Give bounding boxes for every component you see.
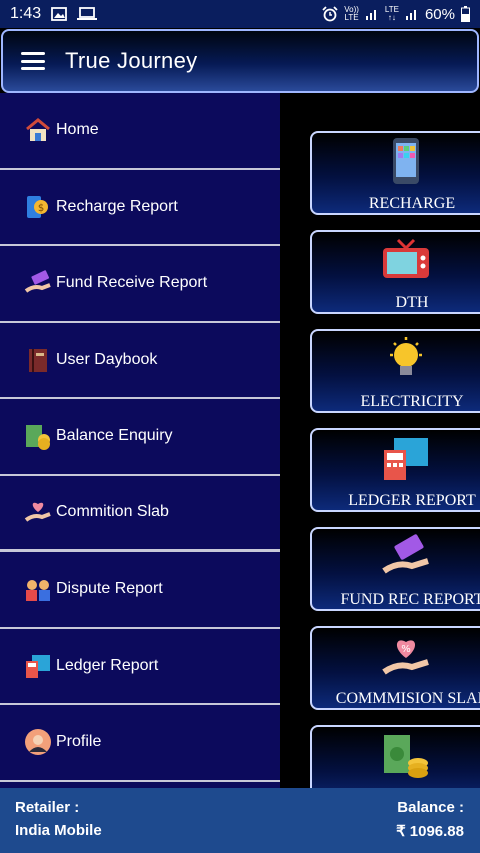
mobile-phone-icon [382,137,430,185]
drawer-item-label: Ledger Report [56,656,159,674]
dth-card[interactable]: DTH [310,230,480,314]
card-label: FUND REC REPORT [340,591,480,608]
drawer-item-label: Recharge Report [56,197,178,215]
drawer-item-label: Balance Enquiry [56,427,173,445]
battery-icon [461,6,470,22]
ledger-icon [24,652,52,680]
electricity-card[interactable]: ELECTRICITY [310,329,480,413]
drawer-item-user-daybook[interactable]: User Daybook [0,323,280,399]
fund-receive-icon [24,269,52,297]
money-icon [382,731,430,779]
drawer-item-label: Commition Slab [56,503,169,521]
card-label: LEDGER REPORT [348,492,476,509]
drawer-item-balance-enquiry[interactable]: Balance Enquiry [0,399,280,476]
drawer-item-label: User Daybook [56,350,158,368]
light-bulb-icon [382,335,430,383]
volte-indicator: Vo)) LTE [344,5,359,22]
balance-value: ₹ 1096.88 [396,823,464,840]
balance-card[interactable] [310,725,480,788]
ledger-icon [382,434,430,482]
signal-icon [405,10,416,20]
tv-icon [382,236,430,284]
money-icon [24,422,52,451]
menu-icon[interactable] [21,52,45,70]
svg-text:%: % [401,644,411,655]
ledger-report-card[interactable]: LEDGER REPORT [310,428,480,512]
battery-percent: 60% [424,5,455,23]
drawer-item-home[interactable]: Home [0,93,280,170]
profile-icon [24,728,52,756]
card-label: RECHARGE [368,195,456,212]
drawer-item-profile[interactable]: Profile [0,705,280,782]
svg-text:$: $ [38,203,44,214]
screen-cast-icon [77,7,98,20]
account-footer: Retailer : India Mobile Balance : ₹ 1096… [0,788,480,853]
drawer-item-commition-slab[interactable]: Commition Slab [0,476,280,552]
drawer-item-label: Fund Receive Report [56,274,208,292]
drawer-item-ledger-report[interactable]: Ledger Report [0,629,280,705]
commission-icon [24,498,52,526]
navigation-drawer: Home $ Recharge Report Fund Receive Repo… [0,93,280,788]
retailer-label: Retailer : [15,799,80,816]
gallery-icon [51,7,68,21]
app-title: True Journey [65,48,198,73]
balance-label: Balance : [397,799,464,816]
status-bar: 1:43 Vo)) LTE LTE ↑↓ 60% [0,0,480,28]
commission-slab-card[interactable]: % COMMMISION SLAB [310,626,480,710]
drawer-item-label: Profile [56,733,102,751]
retailer-name: India Mobile [15,822,102,839]
drawer-item-label: Dispute Report [56,580,163,598]
service-grid: RECHARGE DTH ELECTRICITY LEDGER REPORT F… [280,93,480,788]
card-label: ELECTRICITY [360,393,464,410]
drawer-item-dispute-report[interactable]: Dispute Report [0,552,280,629]
fund-rec-report-card[interactable]: FUND REC REPORT [310,527,480,611]
recharge-card[interactable]: RECHARGE [310,131,480,215]
lte-indicator-1: LTE ↑↓ [384,5,399,22]
app-bar: True Journey [1,29,479,93]
recharge-report-icon: $ [24,193,52,221]
card-label: COMMMISION SLAB [335,690,480,707]
status-time: 1:43 [10,5,42,22]
home-icon [24,116,52,144]
daybook-icon [24,346,52,374]
commission-icon: % [382,632,430,680]
drawer-item-fund-receive-report[interactable]: Fund Receive Report [0,246,280,323]
dispute-icon [24,575,52,603]
signal-icon [365,10,376,20]
alarm-icon [322,6,338,22]
drawer-item-label: Home [56,121,99,139]
drawer-item-recharge-report[interactable]: $ Recharge Report [0,170,280,246]
card-label: DTH [395,294,429,311]
fund-receive-icon [382,533,430,581]
